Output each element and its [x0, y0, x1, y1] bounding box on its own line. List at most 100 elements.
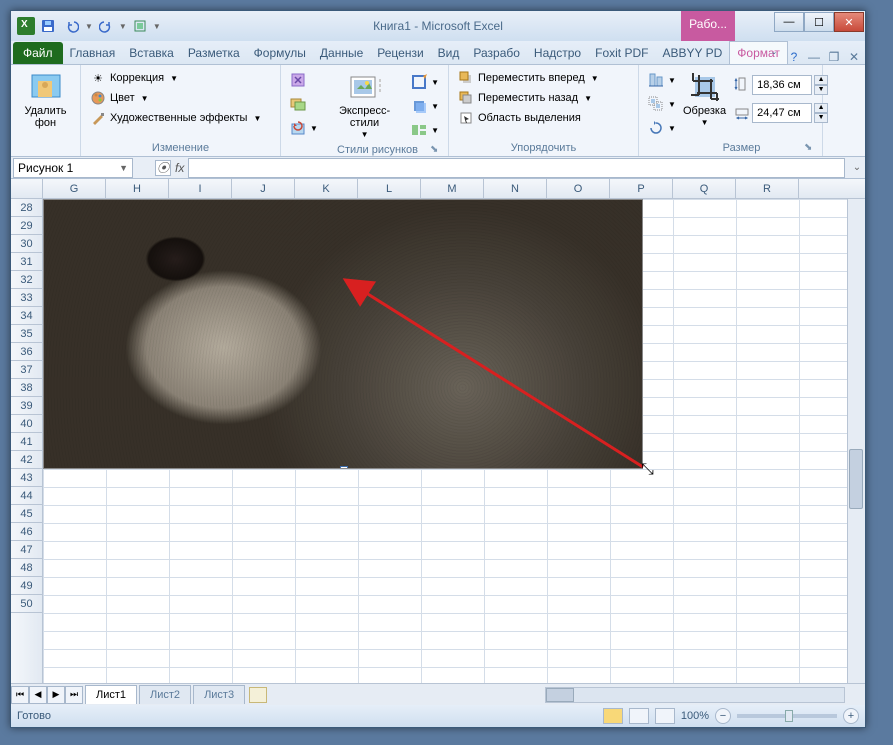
remove-background-button[interactable]: Удалить фон	[17, 69, 74, 131]
align-button[interactable]: ▼	[645, 71, 667, 89]
workbook-close-icon[interactable]: ✕	[847, 50, 861, 64]
row-header[interactable]: 36	[11, 343, 42, 361]
row-header[interactable]: 32	[11, 271, 42, 289]
vscroll-thumb[interactable]	[849, 449, 863, 509]
tab-abbyy[interactable]: ABBYY PD	[655, 42, 729, 64]
reset-picture-button[interactable]: ▼	[287, 119, 313, 137]
save-icon[interactable]	[37, 15, 59, 37]
crop-button[interactable]: Обрезка▼	[679, 69, 730, 130]
tab-addins[interactable]: Надстро	[527, 42, 588, 64]
row-header[interactable]: 48	[11, 559, 42, 577]
sheet-tab-3[interactable]: Лист3	[193, 685, 245, 704]
picture-border-button[interactable]: ▼	[408, 73, 442, 91]
row-header[interactable]: 43	[11, 469, 42, 487]
maximize-button[interactable]: ☐	[804, 12, 834, 32]
view-page-layout-button[interactable]	[629, 708, 649, 724]
picture-effects-button[interactable]: ▼	[408, 97, 442, 115]
row-header[interactable]: 37	[11, 361, 42, 379]
send-backward-button[interactable]: Переместить назад▼	[455, 89, 632, 107]
row-header[interactable]: 33	[11, 289, 42, 307]
col-header[interactable]: O	[547, 179, 610, 198]
corrections-button[interactable]: ☀Коррекция▼	[87, 69, 274, 87]
row-header[interactable]: 29	[11, 217, 42, 235]
formula-input[interactable]	[188, 158, 845, 178]
row-header[interactable]: 39	[11, 397, 42, 415]
minimize-button[interactable]: —	[774, 12, 804, 32]
ribbon-minimize-icon[interactable]: ˇ	[767, 50, 781, 64]
height-input[interactable]: 18,36 см	[752, 75, 812, 95]
col-header[interactable]: G	[43, 179, 106, 198]
compress-pictures-button[interactable]	[287, 71, 313, 89]
system-menu-icon[interactable]	[17, 17, 35, 35]
row-header[interactable]: 44	[11, 487, 42, 505]
sheet-nav-next[interactable]: ▶	[47, 686, 65, 704]
new-sheet-button[interactable]	[249, 687, 267, 703]
hscroll-thumb[interactable]	[546, 688, 574, 702]
select-all-corner[interactable]	[11, 179, 43, 198]
sheet-nav-prev[interactable]: ◀	[29, 686, 47, 704]
help-icon[interactable]: ?	[787, 50, 801, 64]
picture-styles-button[interactable]: Экспресс-стили ▼	[325, 69, 404, 142]
view-page-break-button[interactable]	[655, 708, 675, 724]
horizontal-scrollbar[interactable]	[545, 687, 845, 703]
zoom-in-button[interactable]: +	[843, 708, 859, 724]
qat-custom-icon[interactable]	[129, 15, 151, 37]
row-header[interactable]: 46	[11, 523, 42, 541]
col-header[interactable]: H	[106, 179, 169, 198]
color-button[interactable]: Цвет▼	[87, 89, 274, 107]
col-header[interactable]: N	[484, 179, 547, 198]
group-button[interactable]: ▼	[645, 95, 667, 113]
col-header[interactable]: L	[358, 179, 421, 198]
zoom-thumb[interactable]	[785, 710, 793, 722]
width-up[interactable]: ▲	[814, 103, 828, 113]
tab-insert[interactable]: Вставка	[122, 42, 181, 64]
col-header[interactable]: J	[232, 179, 295, 198]
col-header[interactable]: P	[610, 179, 673, 198]
height-up[interactable]: ▲	[814, 75, 828, 85]
tab-home[interactable]: Главная	[63, 42, 123, 64]
height-down[interactable]: ▼	[814, 85, 828, 95]
view-normal-button[interactable]	[603, 708, 623, 724]
insert-function-button[interactable]: ⦿	[155, 160, 171, 176]
tab-foxit[interactable]: Foxit PDF	[588, 42, 655, 64]
row-header[interactable]: 30	[11, 235, 42, 253]
sheet-tab-2[interactable]: Лист2	[139, 685, 191, 704]
row-header[interactable]: 49	[11, 577, 42, 595]
col-header[interactable]: I	[169, 179, 232, 198]
tab-layout[interactable]: Разметка	[181, 42, 247, 64]
vertical-scrollbar[interactable]	[847, 199, 865, 683]
name-box[interactable]: Рисунок 1▼	[13, 158, 133, 178]
row-header[interactable]: 50	[11, 595, 42, 613]
styles-dialog-launcher[interactable]: ⬊	[430, 144, 442, 156]
sheet-nav-first[interactable]: ⏮	[11, 686, 29, 704]
row-header[interactable]: 47	[11, 541, 42, 559]
col-header[interactable]: K	[295, 179, 358, 198]
row-header[interactable]: 31	[11, 253, 42, 271]
width-down[interactable]: ▼	[814, 113, 828, 123]
tab-data[interactable]: Данные	[313, 42, 370, 64]
row-header[interactable]: 34	[11, 307, 42, 325]
cells-grid[interactable]: ⤡	[43, 199, 865, 683]
col-header[interactable]: Q	[673, 179, 736, 198]
row-header[interactable]: 42	[11, 451, 42, 469]
row-header[interactable]: 35	[11, 325, 42, 343]
artistic-effects-button[interactable]: Художественные эффекты▼	[87, 109, 274, 127]
sheet-tab-1[interactable]: Лист1	[85, 685, 137, 704]
zoom-slider[interactable]	[737, 714, 837, 718]
expand-formula-bar[interactable]: ⌄	[849, 162, 865, 173]
zoom-out-button[interactable]: −	[715, 708, 731, 724]
sheet-nav-last[interactable]: ⏭	[65, 686, 83, 704]
picture-layout-button[interactable]: ▼	[408, 121, 442, 139]
undo-icon[interactable]	[61, 15, 83, 37]
row-header[interactable]: 41	[11, 433, 42, 451]
width-input[interactable]: 24,47 см	[752, 103, 812, 123]
rotate-button[interactable]: ▼	[645, 119, 667, 137]
row-header[interactable]: 28	[11, 199, 42, 217]
resize-handle-bottom[interactable]	[340, 466, 348, 469]
col-header[interactable]: M	[421, 179, 484, 198]
workbook-restore-icon[interactable]: ❐	[827, 50, 841, 64]
file-tab[interactable]: Файл	[13, 42, 63, 64]
row-header[interactable]: 45	[11, 505, 42, 523]
tab-review[interactable]: Рецензи	[370, 42, 430, 64]
workbook-minimize-icon[interactable]: —	[807, 50, 821, 64]
